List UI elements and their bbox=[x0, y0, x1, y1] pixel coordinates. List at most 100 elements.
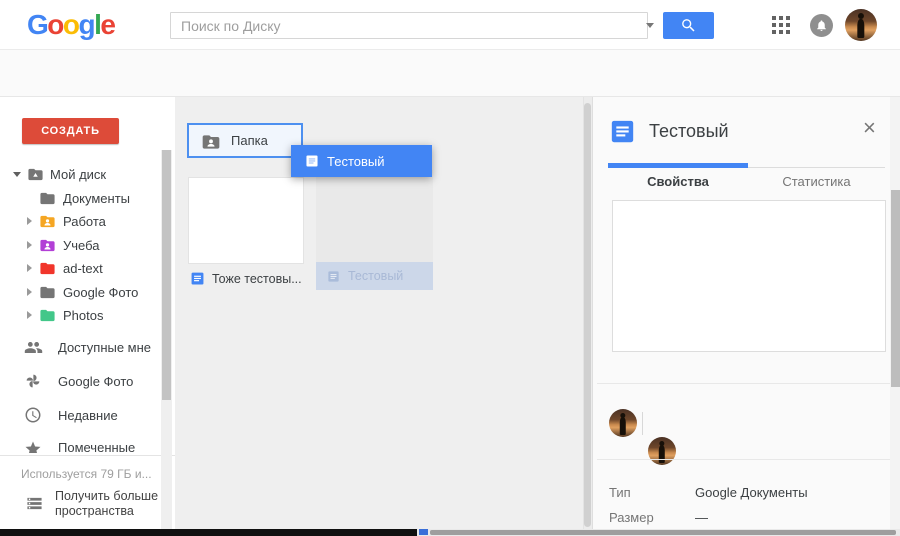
sidebar-item-recent[interactable]: Недавние bbox=[24, 406, 118, 424]
sidebar-item-label: Учеба bbox=[63, 237, 100, 253]
get-more-space-button[interactable] bbox=[26, 495, 43, 512]
main-scrollbar-thumb[interactable] bbox=[584, 103, 591, 527]
expand-caret-icon[interactable] bbox=[27, 241, 32, 249]
sidebar-item-label: ad-text bbox=[63, 260, 103, 276]
field-label-size: Размер bbox=[609, 510, 654, 525]
get-more-space-label[interactable]: Получить больше пространства bbox=[55, 489, 159, 519]
logo-letter: G bbox=[27, 9, 49, 40]
folder-tile-label: Папка bbox=[231, 133, 268, 148]
sidebar-divider bbox=[0, 455, 175, 456]
panel-scrollbar-thumb[interactable] bbox=[891, 190, 900, 387]
doc-icon bbox=[191, 272, 204, 285]
editor-avatar[interactable] bbox=[648, 437, 676, 465]
chevron-down-icon bbox=[646, 23, 654, 28]
source-tile-label: Тестовый bbox=[348, 269, 404, 283]
sidebar-item-label: Photos bbox=[63, 307, 104, 323]
storage-usage-text: Используется 79 ГБ и... bbox=[21, 467, 152, 481]
folder-icon bbox=[39, 190, 56, 207]
source-tile-footer: Тестовый bbox=[316, 262, 433, 290]
shared-folder-icon bbox=[39, 213, 56, 230]
bell-icon bbox=[817, 20, 826, 31]
field-value-type: Google Документы bbox=[695, 485, 808, 500]
details-panel: Тестовый × Свойства Статистика Тип Googl… bbox=[592, 97, 900, 536]
panel-divider bbox=[597, 383, 897, 384]
field-label-type: Тип bbox=[609, 485, 631, 500]
apps-grid-icon[interactable] bbox=[772, 16, 790, 34]
expand-caret-icon[interactable] bbox=[27, 217, 32, 225]
drag-ghost-label: Тестовый bbox=[327, 153, 385, 169]
search-dropdown-icon[interactable] bbox=[640, 12, 660, 39]
folder-icon bbox=[39, 260, 56, 277]
sidebar-item-label: Помеченные bbox=[58, 440, 136, 453]
sidebar-item-study[interactable]: Учеба bbox=[27, 236, 100, 254]
doc-icon-faded bbox=[328, 270, 339, 282]
logo-letter: e bbox=[100, 9, 116, 40]
clock-icon bbox=[25, 407, 41, 423]
storage-icon bbox=[27, 497, 42, 510]
owner-avatar[interactable] bbox=[609, 409, 637, 437]
sidebar-item-label: Недавние bbox=[58, 407, 118, 423]
sidebar-item-google-photos[interactable]: Google Фото bbox=[24, 372, 133, 390]
avatar-separator bbox=[642, 412, 643, 435]
details-title: Тестовый bbox=[649, 121, 729, 141]
sidebar-item-documents[interactable]: Документы bbox=[39, 189, 130, 207]
folder-drop-target[interactable]: Папка bbox=[187, 123, 303, 158]
panel-divider bbox=[597, 459, 897, 460]
doc-card-label-row[interactable]: Тоже тестовы... bbox=[190, 271, 302, 286]
doc-card-label: Тоже тестовы... bbox=[212, 271, 302, 286]
sidebar-item-work[interactable]: Работа bbox=[27, 212, 106, 230]
sidebar-item-label: Работа bbox=[63, 213, 106, 229]
search-input[interactable] bbox=[170, 12, 648, 39]
photos-pinwheel-icon bbox=[26, 374, 40, 388]
close-icon[interactable]: × bbox=[863, 115, 876, 141]
user-avatar[interactable] bbox=[845, 9, 877, 41]
sidebar-item-shared-with-me[interactable]: Доступные мне bbox=[24, 338, 151, 357]
sidebar-item-starred[interactable]: Помеченные bbox=[24, 440, 135, 453]
search-button[interactable] bbox=[663, 12, 714, 39]
file-grid-area: Папка Тоже тестовы... Тестовый Тестовый bbox=[175, 97, 592, 536]
drive-toolbar: Диск Мой диск › Работа › Google Docs AZ … bbox=[0, 50, 900, 141]
drag-ghost[interactable]: Тестовый bbox=[291, 145, 432, 177]
people-icon bbox=[24, 341, 43, 354]
tab-statistics[interactable]: Статистика bbox=[748, 174, 885, 189]
sidebar-scrollbar-thumb[interactable] bbox=[162, 150, 171, 400]
sidebar-item-my-drive[interactable]: Мой диск bbox=[13, 165, 106, 183]
sidebar-item-label: Документы bbox=[63, 190, 131, 206]
expand-caret-icon[interactable] bbox=[13, 171, 21, 177]
sidebar-item-label: Google Фото bbox=[58, 373, 134, 389]
doc-thumbnail-card[interactable] bbox=[188, 177, 304, 264]
drive-folder-icon bbox=[27, 166, 44, 183]
sidebar: СОЗДАТЬ Мой диск Документы Работа Учеба … bbox=[0, 97, 175, 536]
notifications-bell-icon[interactable] bbox=[810, 14, 833, 37]
tab-properties[interactable]: Свойства bbox=[608, 174, 748, 189]
sidebar-item-google-photo-folder[interactable]: Google Фото bbox=[27, 283, 138, 301]
taskbar-app-icon[interactable] bbox=[419, 529, 428, 535]
expand-caret-icon[interactable] bbox=[27, 264, 32, 272]
top-bar: Google bbox=[0, 0, 900, 50]
sidebar-item-label: Google Фото bbox=[63, 284, 139, 300]
logo-letter: g bbox=[78, 9, 96, 40]
sidebar-item-label: Мой диск bbox=[50, 166, 107, 182]
sidebar-item-ad-text[interactable]: ad-text bbox=[27, 259, 103, 277]
doc-icon-white bbox=[306, 155, 318, 167]
folder-icon bbox=[39, 284, 56, 301]
create-button[interactable]: СОЗДАТЬ bbox=[22, 118, 119, 144]
star-icon bbox=[25, 441, 41, 453]
google-logo[interactable]: Google bbox=[27, 9, 116, 41]
sidebar-item-label: Доступные мне bbox=[58, 340, 152, 355]
expand-caret-icon[interactable] bbox=[27, 288, 32, 296]
preview-box bbox=[612, 200, 886, 352]
folder-icon bbox=[39, 307, 56, 324]
details-doc-icon bbox=[611, 120, 634, 143]
expand-caret-icon[interactable] bbox=[27, 311, 32, 319]
shared-folder-icon bbox=[201, 132, 220, 149]
sidebar-item-photos[interactable]: Photos bbox=[27, 306, 103, 324]
dragged-source-tile[interactable]: Тестовый bbox=[316, 170, 433, 290]
logo-letter: o bbox=[62, 9, 80, 40]
horizontal-scrollbar[interactable] bbox=[430, 530, 896, 535]
create-button-label: СОЗДАТЬ bbox=[41, 125, 100, 137]
taskbar-strip[interactable] bbox=[0, 529, 417, 536]
field-value-size: — bbox=[695, 510, 708, 525]
shared-folder-icon bbox=[39, 237, 56, 254]
active-tab-indicator bbox=[608, 163, 748, 168]
